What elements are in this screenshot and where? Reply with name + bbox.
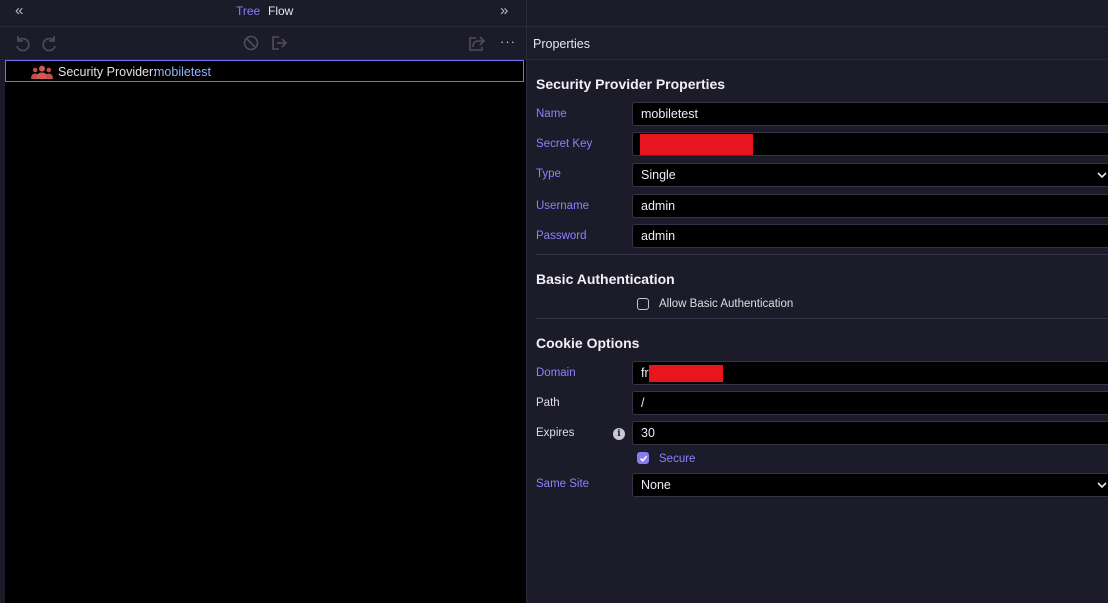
redo-icon[interactable]: [41, 34, 59, 52]
redacted-domain: [649, 365, 723, 382]
properties-header: Properties: [527, 27, 1108, 60]
type-select-value: Single: [641, 168, 676, 182]
allow-basic-auth-label[interactable]: Allow Basic Authentication: [659, 298, 793, 310]
secret-key-field[interactable]: [632, 132, 1108, 156]
divider: [536, 254, 1108, 255]
more-options-icon[interactable]: ···: [500, 34, 516, 49]
properties-top-bar: [527, 0, 1108, 27]
username-field[interactable]: admin: [632, 194, 1108, 218]
export-icon[interactable]: [270, 34, 288, 52]
share-icon[interactable]: [468, 34, 486, 52]
undo-icon[interactable]: [13, 34, 31, 52]
name-field[interactable]: mobiletest: [632, 102, 1108, 126]
tab-tree[interactable]: Tree: [236, 4, 260, 18]
domain-label: Domain: [536, 367, 576, 379]
divider: [536, 318, 1108, 319]
properties-title: Properties: [533, 37, 590, 51]
section-basic-authentication: Basic Authentication: [536, 271, 675, 287]
collapse-right-icon[interactable]: »: [500, 2, 508, 19]
secure-label[interactable]: Secure: [659, 453, 695, 465]
left-panel: « Tree Flow » ··· Security Provider: mob…: [0, 0, 527, 603]
tree-view: Security Provider: mobiletest: [5, 60, 526, 603]
same-site-select[interactable]: None: [632, 473, 1108, 497]
view-tab-bar: « Tree Flow »: [0, 0, 526, 27]
domain-value: fr: [641, 366, 649, 380]
same-site-select-value: None: [641, 478, 671, 492]
secret-key-label: Secret Key: [536, 138, 593, 150]
chevron-down-icon: [1097, 482, 1107, 489]
tree-item-type: Security Provider:: [58, 65, 157, 79]
name-label: Name: [536, 108, 567, 120]
properties-panel: Properties Security Provider Properties …: [527, 0, 1108, 603]
info-icon[interactable]: i: [613, 428, 625, 440]
type-label: Type: [536, 168, 561, 180]
type-select[interactable]: Single: [632, 163, 1108, 187]
section-cookie-options: Cookie Options: [536, 335, 640, 351]
password-field[interactable]: admin: [632, 224, 1108, 248]
same-site-label: Same Site: [536, 478, 590, 490]
redacted-secret-key: [640, 134, 753, 155]
expires-field[interactable]: 30: [632, 421, 1108, 445]
users-icon: [31, 65, 53, 79]
tab-flow[interactable]: Flow: [268, 4, 293, 18]
secure-checkbox[interactable]: [637, 452, 649, 464]
allow-basic-auth-checkbox[interactable]: [637, 298, 649, 310]
tree-item-security-provider[interactable]: Security Provider: mobiletest: [5, 60, 524, 82]
path-field[interactable]: /: [632, 391, 1108, 415]
expires-label: Expires: [536, 427, 575, 439]
tree-item-name: mobiletest: [154, 65, 211, 79]
section-security-provider-properties: Security Provider Properties: [536, 76, 726, 92]
tree-toolbar: ···: [0, 27, 526, 60]
collapse-left-icon[interactable]: «: [15, 2, 23, 19]
disable-icon[interactable]: [242, 34, 260, 52]
domain-field[interactable]: fr: [632, 361, 1108, 385]
username-label: Username: [536, 200, 590, 212]
path-label: Path: [536, 397, 560, 409]
password-label: Password: [536, 230, 587, 242]
checkmark-icon: [639, 455, 647, 462]
chevron-down-icon: [1097, 172, 1107, 179]
